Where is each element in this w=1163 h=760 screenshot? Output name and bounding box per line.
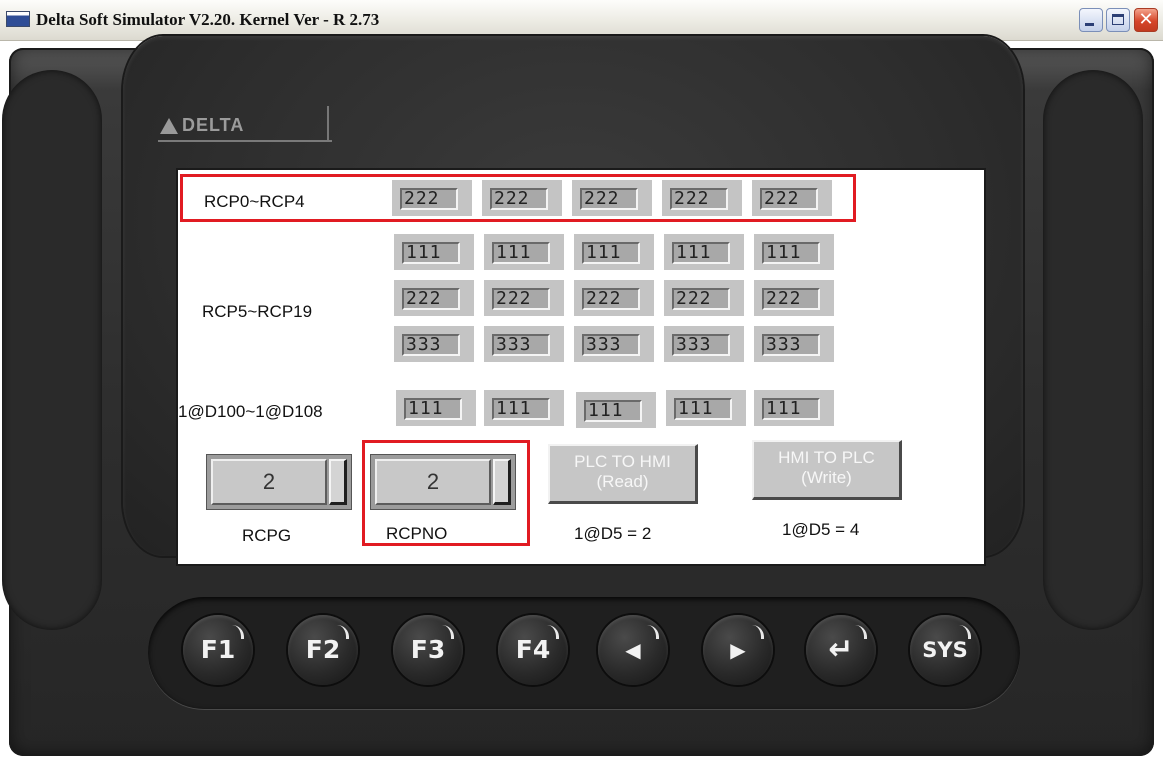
sys-key-label: SYS	[922, 638, 968, 662]
d-register-value: 111	[404, 398, 462, 420]
d100-d108-label: 1@D100~1@D108	[178, 402, 323, 421]
read-button-line2: (Read)	[596, 472, 649, 491]
read-result-text: 1@D5 = 2	[574, 524, 652, 543]
logo-underline	[158, 140, 332, 142]
logo-divider	[327, 106, 329, 142]
d-register-value: 111	[584, 400, 642, 422]
rcp-field[interactable]: 222	[484, 280, 564, 316]
window-title: Delta Soft Simulator V2.20. Kernel Ver -…	[36, 10, 380, 29]
rcp-field[interactable]: 111	[394, 234, 474, 270]
rcp-field[interactable]: 333	[484, 326, 564, 362]
d-register-field[interactable]: 111	[576, 392, 656, 428]
enter-icon: ↵	[828, 632, 854, 667]
hmi-to-plc-write-button[interactable]: HMI TO PLC (Write)	[752, 440, 902, 500]
rcpg-label: RCPG	[242, 526, 292, 545]
rcp5-rcp19-label: RCP5~RCP19	[202, 302, 313, 321]
rcp-value: 333	[762, 334, 820, 356]
rcp-value: 333	[402, 334, 460, 356]
rcp-value: 111	[492, 242, 550, 264]
rcp-field[interactable]: 222	[394, 280, 474, 316]
close-icon: ✕	[1138, 9, 1154, 30]
left-arrow-key[interactable]: ◀	[598, 615, 668, 685]
maximize-icon	[1112, 14, 1124, 25]
close-button[interactable]: ✕	[1134, 8, 1158, 32]
d-register-value: 111	[762, 398, 820, 420]
f4-key-label: F4	[515, 635, 551, 664]
rcp-value: 111	[672, 242, 730, 264]
rcp-field[interactable]: 111	[484, 234, 564, 270]
rcp-value: 222	[402, 288, 460, 310]
write-button-line1: HMI TO PLC	[778, 448, 875, 467]
rcpg-value: 2	[211, 459, 327, 505]
enter-key[interactable]: ↵	[806, 615, 876, 685]
rcp-value: 111	[582, 242, 640, 264]
d-register-field[interactable]: 111	[754, 390, 834, 426]
sys-key[interactable]: SYS	[910, 615, 980, 685]
rcp-field[interactable]: 222	[754, 280, 834, 316]
rcp-field[interactable]: 111	[574, 234, 654, 270]
rcp-field[interactable]: 333	[574, 326, 654, 362]
d-register-field[interactable]: 111	[666, 390, 746, 426]
rcp-field[interactable]: 111	[664, 234, 744, 270]
write-button-line2: (Write)	[801, 468, 852, 487]
rcpno-highlight	[362, 440, 530, 546]
delta-logo-icon	[160, 118, 178, 134]
rcp-field[interactable]: 333	[394, 326, 474, 362]
rcp-value: 333	[672, 334, 730, 356]
rcp-value: 222	[582, 288, 640, 310]
f1-key[interactable]: F1	[183, 615, 253, 685]
rcp-field[interactable]: 111	[754, 234, 834, 270]
write-result-text: 1@D5 = 4	[782, 520, 860, 539]
f1-key-label: F1	[200, 635, 236, 664]
window-titlebar: Delta Soft Simulator V2.20. Kernel Ver -…	[0, 0, 1163, 41]
rcp-value: 222	[762, 288, 820, 310]
device-right-grip	[1043, 70, 1143, 630]
d-register-field[interactable]: 111	[396, 390, 476, 426]
f3-key[interactable]: F3	[393, 615, 463, 685]
d-register-value: 111	[492, 398, 550, 420]
rcp-value: 222	[672, 288, 730, 310]
left-arrow-icon: ◀	[625, 638, 641, 662]
right-arrow-icon: ▶	[730, 638, 746, 662]
f2-key-label: F2	[305, 635, 341, 664]
d-register-value: 111	[674, 398, 732, 420]
rcp-value: 333	[492, 334, 550, 356]
brand-logo-text: DELTA	[182, 115, 245, 135]
hmi-screen: RCP0~RCP4 222 222 222 222 222 RCP5~RCP19…	[176, 168, 986, 566]
rcpg-scroll-thumb[interactable]	[329, 459, 347, 505]
rcpg-input[interactable]: 2	[206, 454, 352, 510]
rcp0-rcp4-highlight	[180, 174, 856, 222]
minimize-button[interactable]	[1079, 8, 1103, 32]
rcp-value: 111	[402, 242, 460, 264]
right-arrow-key[interactable]: ▶	[703, 615, 773, 685]
read-button-line1: PLC TO HMI	[574, 452, 671, 471]
rcp-field[interactable]: 333	[664, 326, 744, 362]
f4-key[interactable]: F4	[498, 615, 568, 685]
maximize-button[interactable]	[1106, 8, 1130, 32]
function-keypad	[148, 597, 1020, 709]
plc-to-hmi-read-button[interactable]: PLC TO HMI (Read)	[548, 444, 698, 504]
d-register-field[interactable]: 111	[484, 390, 564, 426]
rcp-value: 222	[492, 288, 550, 310]
rcp-value: 333	[582, 334, 640, 356]
f3-key-label: F3	[410, 635, 446, 664]
device-left-grip	[2, 70, 102, 630]
rcp-field[interactable]: 222	[664, 280, 744, 316]
rcp-value: 111	[762, 242, 820, 264]
rcp-field[interactable]: 333	[754, 326, 834, 362]
rcp-field[interactable]: 222	[574, 280, 654, 316]
f2-key[interactable]: F2	[288, 615, 358, 685]
app-icon	[6, 11, 30, 27]
minimize-icon	[1085, 23, 1094, 26]
